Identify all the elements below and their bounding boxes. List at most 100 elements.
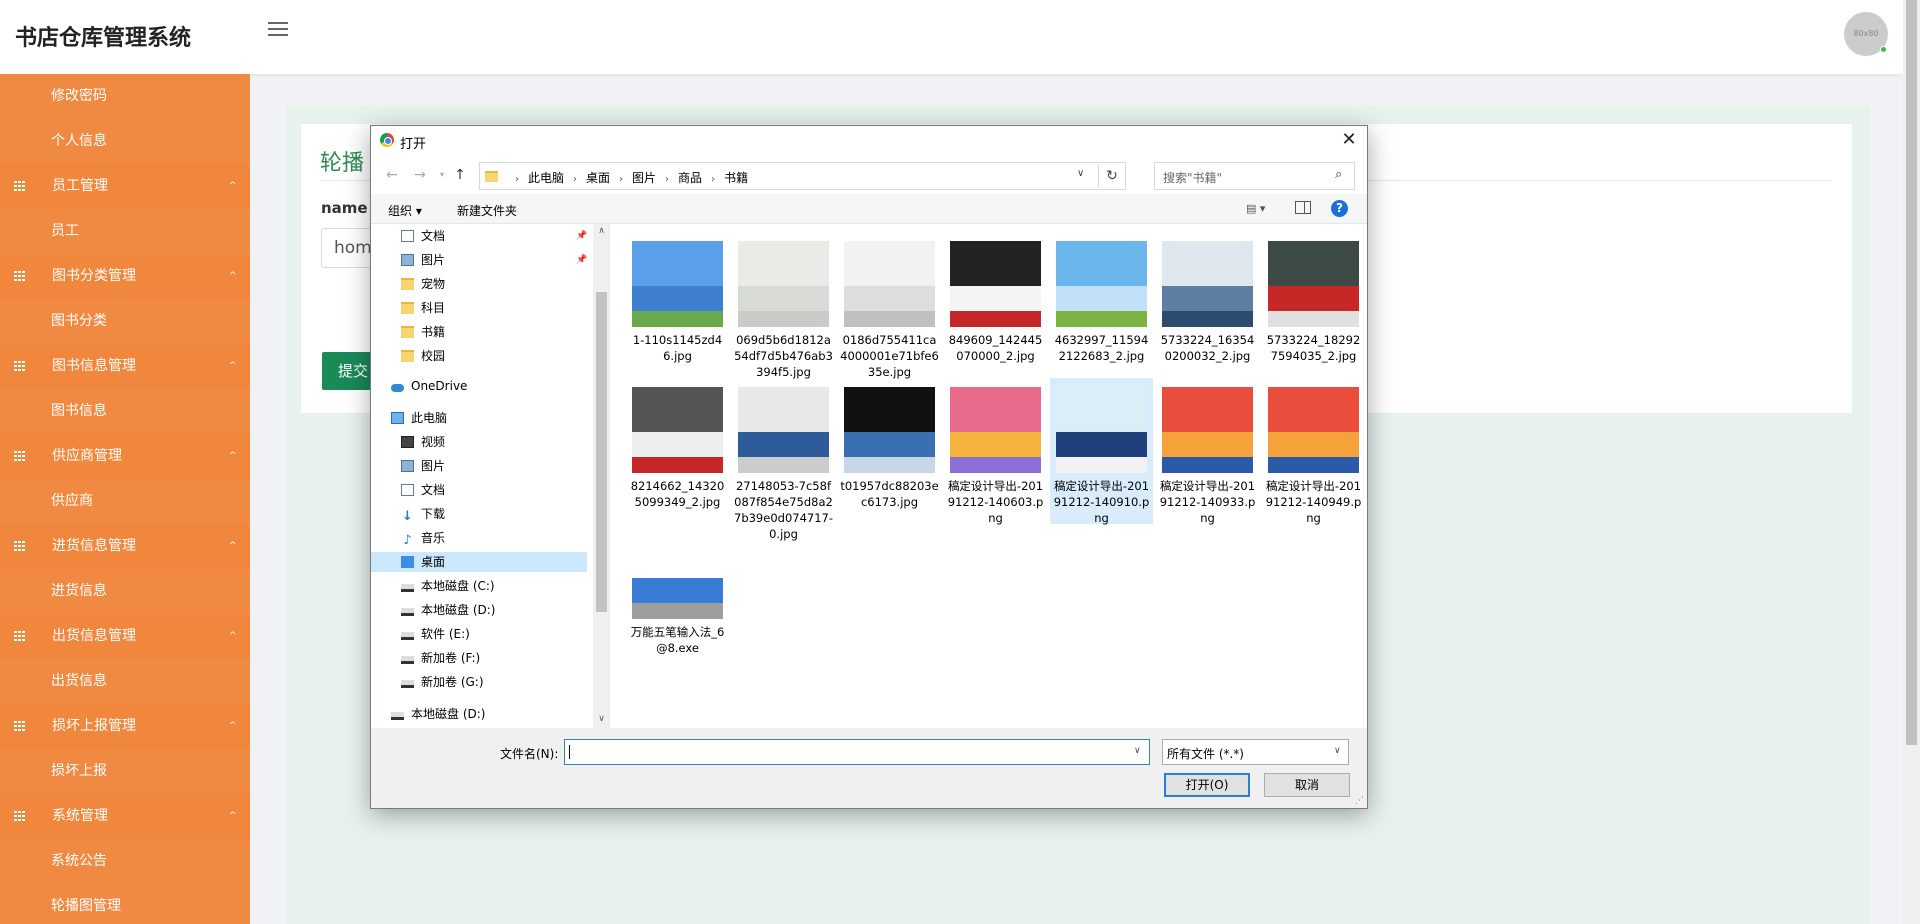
sidebar-item[interactable]: 供应商管理 ^	[0, 434, 250, 479]
nav-item[interactable]: 文档	[371, 480, 587, 500]
file-item[interactable]: 稿定设计导出-20191212-140603.png	[944, 378, 1047, 525]
drive-icon	[401, 608, 414, 616]
forward-arrow-icon[interactable]: →	[409, 164, 431, 186]
file-item[interactable]: 0186d755411ca4000001e71bfe635e.jpg	[838, 232, 941, 379]
breadcrumb-item[interactable]: 图片	[632, 171, 656, 185]
file-item[interactable]: 稿定设计导出-20191212-140910.png	[1050, 378, 1153, 525]
sidebar-item[interactable]: 进货信息管理 ^	[0, 524, 250, 569]
filetype-select[interactable]: 所有文件 (*.*) ∨	[1162, 739, 1349, 765]
sidebar-item[interactable]: 图书信息	[0, 389, 250, 434]
file-item[interactable]: 稿定设计导出-20191212-140949.png	[1262, 378, 1365, 525]
breadcrumb: › 此电脑 › 桌面 › 图片 › 商品 › 书籍	[506, 169, 748, 186]
file-item[interactable]: 1-110s1145zd46.jpg	[626, 232, 729, 378]
file-item[interactable]: 069d5b6d1812a54df7d5b476ab3394f5.jpg	[732, 232, 835, 379]
file-item[interactable]: 4632997_115942122683_2.jpg	[1050, 232, 1153, 378]
sidebar-item[interactable]: 轮播图管理	[0, 884, 250, 924]
nav-item[interactable]: 本地磁盘 (D:)	[371, 600, 587, 620]
navigation-pane-scrollbar[interactable]: ∧ ∨	[593, 224, 610, 728]
sidebar-item[interactable]: 修改密码	[0, 74, 250, 119]
resize-grip-icon[interactable]: ⋰	[1355, 796, 1364, 806]
preview-pane-icon[interactable]	[1295, 201, 1311, 214]
nav-item-label: 本地磁盘 (D:)	[411, 707, 486, 721]
text-cursor	[569, 745, 570, 759]
search-icon: ⌕	[1335, 167, 1343, 182]
nav-item[interactable]: 宠物	[371, 274, 587, 294]
sidebar-item[interactable]: 损坏上报管理 ^	[0, 704, 250, 749]
nav-item[interactable]: 视频	[371, 432, 587, 452]
organize-menu[interactable]: 组织 ▾	[388, 202, 422, 219]
sidebar-item[interactable]: 出货信息管理 ^	[0, 614, 250, 659]
back-arrow-icon[interactable]: ←	[381, 164, 403, 186]
breadcrumb-item[interactable]: 书籍	[724, 171, 748, 185]
nav-item[interactable]: 此电脑	[371, 408, 587, 428]
file-thumbnail	[738, 387, 829, 473]
page-scrollbar-thumb[interactable]	[1906, 0, 1917, 745]
file-thumbnail	[844, 241, 935, 327]
open-button[interactable]: 打开(O)	[1164, 773, 1250, 797]
nav-item[interactable]: 新加卷 (F:)	[371, 648, 587, 668]
dialog-navbar: ← → ▾ ↑ › 此电脑 › 桌面 › 图片 › 商品 › 书籍 ∨ ↻ 搜索"书籍" ⌕	[371, 156, 1367, 194]
chevron-up-icon: ^	[229, 811, 237, 821]
file-item[interactable]: 5733224_182927594035_2.jpg	[1262, 232, 1365, 378]
chevron-down-icon[interactable]: ∨	[1134, 746, 1141, 756]
nav-item[interactable]: ♪ 音乐	[371, 528, 587, 548]
sidebar-item[interactable]: 损坏上报	[0, 749, 250, 794]
grid-icon	[14, 181, 26, 191]
breadcrumb-item[interactable]: 商品	[678, 171, 702, 185]
sidebar-item[interactable]: 图书分类	[0, 299, 250, 344]
search-input[interactable]: 搜索"书籍" ⌕	[1154, 162, 1355, 190]
nav-item[interactable]: 图片 📌	[371, 250, 587, 270]
sidebar-item[interactable]: 供应商	[0, 479, 250, 524]
file-item[interactable]: 849609_142445070000_2.jpg	[944, 232, 1047, 378]
sidebar-item[interactable]: 进货信息	[0, 569, 250, 614]
file-item[interactable]: 27148053-7c58f087f854e75d8a27b39e0d07471…	[732, 378, 835, 541]
breadcrumb-item[interactable]: 此电脑	[528, 171, 564, 185]
menu-toggle-icon[interactable]	[268, 22, 288, 40]
new-folder-button[interactable]: 新建文件夹	[457, 202, 517, 219]
nav-item[interactable]: 科目	[371, 298, 587, 318]
filename-input[interactable]: ∨	[564, 739, 1150, 765]
folder-icon	[401, 326, 414, 338]
breadcrumb-item[interactable]: 桌面	[586, 171, 610, 185]
nav-item[interactable]: ↓ 下载	[371, 504, 587, 524]
chevron-down-icon[interactable]: ∨	[1077, 168, 1084, 179]
nav-item[interactable]: 书籍	[371, 322, 587, 342]
sidebar-item[interactable]: 系统管理 ^	[0, 794, 250, 839]
file-item[interactable]: 稿定设计导出-20191212-140933.png	[1156, 378, 1259, 525]
sidebar-item[interactable]: 图书信息管理 ^	[0, 344, 250, 389]
down-icon: ↓	[402, 509, 413, 524]
chevron-right-icon: ›	[573, 174, 578, 185]
nav-item[interactable]: 文档 📌	[371, 226, 587, 246]
sidebar-item[interactable]: 员工	[0, 209, 250, 254]
file-item[interactable]: 8214662_143205099349_2.jpg	[626, 378, 729, 524]
sidebar-item[interactable]: 系统公告	[0, 839, 250, 884]
refresh-icon[interactable]: ↻	[1098, 164, 1125, 188]
file-item[interactable]: t01957dc88203ec6173.jpg	[838, 378, 941, 524]
close-icon[interactable]: ✕	[1337, 129, 1361, 153]
nav-item[interactable]: 桌面	[371, 552, 587, 572]
sidebar-item[interactable]: 图书分类管理 ^	[0, 254, 250, 299]
page-scrollbar[interactable]	[1903, 0, 1920, 924]
nav-item[interactable]: 软件 (E:)	[371, 624, 587, 644]
address-bar[interactable]: › 此电脑 › 桌面 › 图片 › 商品 › 书籍 ∨ ↻	[479, 162, 1126, 190]
help-icon[interactable]: ?	[1331, 200, 1348, 217]
sidebar-item[interactable]: 员工管理 ^	[0, 164, 250, 209]
nav-item[interactable]: 图片	[371, 456, 587, 476]
chevron-right-icon: ›	[619, 174, 624, 185]
nav-item[interactable]: OneDrive	[371, 376, 587, 396]
file-item[interactable]: 5733224_163540200032_2.jpg	[1156, 232, 1259, 378]
up-arrow-icon[interactable]: ↑	[449, 164, 471, 186]
sidebar-item[interactable]: 出货信息	[0, 659, 250, 704]
nav-item[interactable]: 校园	[371, 346, 587, 366]
file-item[interactable]: 万能五笔输入法_6@8.exe	[626, 524, 729, 670]
navigation-pane-scrollbar-thumb[interactable]	[596, 292, 607, 612]
nav-item[interactable]: 本地磁盘 (D:)	[371, 704, 587, 724]
scroll-up-arrow-icon[interactable]: ∧	[593, 226, 610, 236]
sidebar-item[interactable]: 个人信息	[0, 119, 250, 164]
scroll-down-arrow-icon[interactable]: ∨	[593, 714, 610, 724]
nav-item[interactable]: 本地磁盘 (C:)	[371, 576, 587, 596]
view-options-icon[interactable]: ▤ ▾	[1246, 202, 1276, 215]
chevron-down-icon[interactable]: ∨	[1334, 746, 1341, 756]
cancel-button[interactable]: 取消	[1264, 773, 1350, 797]
nav-item[interactable]: 新加卷 (G:)	[371, 672, 587, 692]
